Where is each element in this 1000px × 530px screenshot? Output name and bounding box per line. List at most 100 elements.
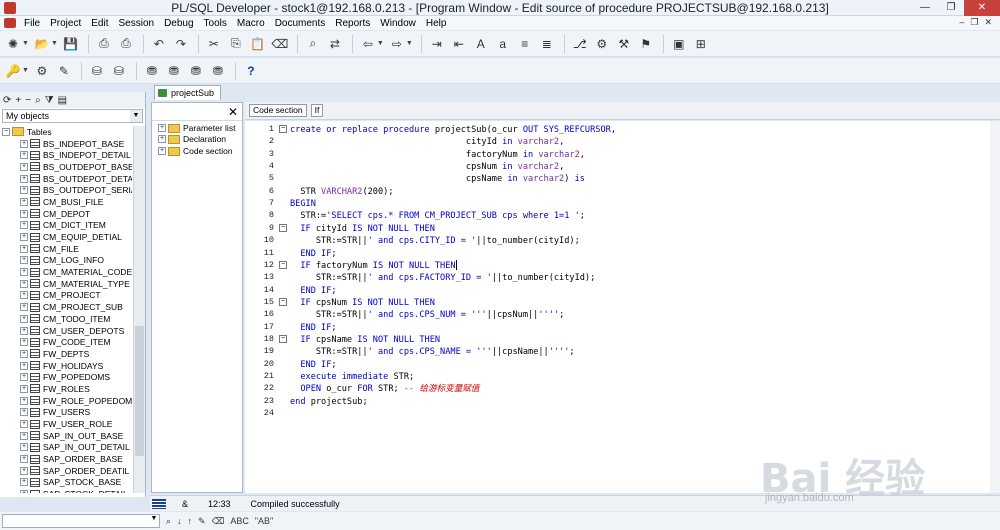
expand-icon[interactable]: + xyxy=(20,268,28,277)
clear-icon[interactable]: ⌫ xyxy=(212,516,225,527)
tree-node-table[interactable]: + SAP_ORDER_DEATIL xyxy=(2,465,132,477)
expand-icon[interactable]: + xyxy=(20,478,28,487)
lowercase-icon[interactable]: a xyxy=(493,34,513,54)
tree-node-table[interactable]: + CM_USER_DEPOTS xyxy=(2,325,132,337)
expand-icon[interactable]: + xyxy=(20,186,28,195)
expand-icon[interactable]: + xyxy=(20,279,28,288)
tree-node-table[interactable]: + CM_MATERIAL_TYPE xyxy=(2,278,132,290)
save-icon[interactable]: 💾 xyxy=(61,34,81,54)
tree-node-table[interactable]: + CM_MATERIAL_CODE xyxy=(2,266,132,278)
find-icon[interactable]: ⌕ xyxy=(303,34,323,54)
chevron-down-icon[interactable]: ▼ xyxy=(149,515,159,527)
maximize-button[interactable]: ❐ xyxy=(938,0,964,16)
code-line[interactable]: IF cityId IS NOT NULL THEN xyxy=(290,223,435,235)
menu-reports[interactable]: Reports xyxy=(330,18,375,29)
object-tree[interactable]: − Tables + BS_INDEPOT_BASE + BS_INDEPOT_DET… xyxy=(2,126,132,493)
folder-icon[interactable]: ▤ xyxy=(58,95,67,106)
expand-icon[interactable]: + xyxy=(20,408,28,417)
execute-icon[interactable]: ⚙ xyxy=(32,61,52,81)
mdi-controls[interactable]: –❐✕ xyxy=(959,17,998,28)
expand-icon[interactable]: + xyxy=(20,244,28,253)
object-filter-select[interactable]: My objects ▼ xyxy=(2,109,143,123)
fold-toggle-icon[interactable]: − xyxy=(279,260,287,269)
command-window-icon[interactable]: ⛃ xyxy=(186,61,206,81)
code-line[interactable]: END IF; xyxy=(290,285,336,297)
tree-node-table[interactable]: + CM_EQUIP_DETIAL xyxy=(2,231,132,243)
code-editor[interactable]: 1−2 3 4 5 6 7 8 9−10 11 12−13 14 15−16 17 18−19 20 21 22… xyxy=(245,121,1000,493)
code-line[interactable]: cityId in varchar2, xyxy=(290,136,564,148)
tab-projectsub[interactable]: projectSub xyxy=(154,85,222,100)
menu-edit[interactable]: Edit xyxy=(86,18,113,29)
expand-icon[interactable]: + xyxy=(158,135,166,143)
menu-window[interactable]: Window xyxy=(375,18,421,29)
menu-documents[interactable]: Documents xyxy=(270,18,331,29)
fold-toggle-icon[interactable]: − xyxy=(279,223,287,232)
scrollbar-thumb[interactable] xyxy=(135,326,144,456)
expand-icon[interactable]: + xyxy=(20,256,28,265)
if-button[interactable]: If xyxy=(310,104,324,117)
expand-icon[interactable]: + xyxy=(20,338,28,347)
tree-node-table[interactable]: + CM_PROJECT_SUB xyxy=(2,301,132,313)
fold-toggle-icon[interactable]: − xyxy=(279,297,287,306)
code-line[interactable]: factoryNum in varchar2, xyxy=(290,149,585,161)
break-icon[interactable]: ✎ xyxy=(54,61,74,81)
help-icon[interactable]: ? xyxy=(241,61,261,81)
tools-icon[interactable]: ⚒ xyxy=(614,34,634,54)
tree-node-table[interactable]: + FW_USER_ROLE xyxy=(2,418,132,430)
find-prev-icon[interactable]: ↑ xyxy=(188,516,193,526)
tree-node-tables[interactable]: − Tables xyxy=(2,126,132,138)
menu-help[interactable]: Help xyxy=(421,18,452,29)
sql-icon[interactable]: ⚙ xyxy=(592,34,612,54)
expand-icon[interactable]: + xyxy=(20,197,28,206)
expand-icon[interactable]: + xyxy=(20,431,28,440)
rollback-icon[interactable]: ⛁ xyxy=(109,61,129,81)
close-icon[interactable]: ✕ xyxy=(228,105,238,119)
add-icon[interactable]: + xyxy=(15,95,21,106)
word-label[interactable]: "AB" xyxy=(255,516,273,526)
print-icon[interactable]: ⎙ xyxy=(94,34,114,54)
code-line[interactable]: BEGIN xyxy=(290,198,316,210)
code-line[interactable]: IF cpsName IS NOT NULL THEN xyxy=(290,334,440,346)
code-line[interactable]: END IF; xyxy=(290,248,336,260)
comment-icon[interactable]: ≡ xyxy=(515,34,535,54)
expand-icon[interactable]: + xyxy=(20,420,28,429)
explain-icon[interactable]: ⛃ xyxy=(208,61,228,81)
indent-icon[interactable]: ⇥ xyxy=(427,34,447,54)
window-icon[interactable]: ▣ xyxy=(669,34,689,54)
sql-window-icon[interactable]: ⛃ xyxy=(164,61,184,81)
remove-icon[interactable]: − xyxy=(25,95,31,106)
filter-icon[interactable]: ⧩ xyxy=(45,95,54,106)
expand-icon[interactable]: + xyxy=(20,209,28,218)
tree-scrollbar[interactable] xyxy=(133,126,145,493)
minimize-button[interactable]: — xyxy=(912,0,938,16)
expand-icon[interactable]: + xyxy=(20,139,28,148)
code-line[interactable]: STR:=STR||' and cps.CITY_ID = '||to_numb… xyxy=(290,235,580,247)
open-icon[interactable]: 📂 xyxy=(32,34,52,54)
dropdown-arrow-icon[interactable]: ▼ xyxy=(406,40,413,47)
binoculars-icon[interactable]: ⌕ xyxy=(166,516,171,527)
uncomment-icon[interactable]: ≣ xyxy=(537,34,557,54)
code-line[interactable]: STR:=STR||' and cps.CPS_NAME = '''||cpsN… xyxy=(290,346,575,358)
connect-icon[interactable]: ⛃ xyxy=(142,61,162,81)
expand-icon[interactable]: + xyxy=(20,396,28,405)
tree-node-table[interactable]: + FW_ROLES xyxy=(2,383,132,395)
code-line[interactable]: STR:=STR||' and cps.CPS_NUM = '''||cpsNu… xyxy=(290,309,564,321)
code-line[interactable]: IF factoryNum IS NOT NULL THEN xyxy=(290,260,457,272)
menu-session[interactable]: Session xyxy=(113,18,159,29)
close-button[interactable]: ✕ xyxy=(964,0,1000,16)
expand-icon[interactable]: + xyxy=(20,221,28,230)
tree-node-table[interactable]: + CM_BUSI_FILE xyxy=(2,196,132,208)
expand-icon[interactable]: + xyxy=(20,490,28,493)
nav-parameter-list[interactable]: + Parameter list xyxy=(152,121,242,133)
collapse-icon[interactable]: − xyxy=(2,127,10,136)
code-line[interactable]: OPEN o_cur FOR STR; -- 给游标变量赋值 xyxy=(290,383,479,395)
abc-label[interactable]: ABC xyxy=(230,516,249,526)
expand-icon[interactable]: + xyxy=(20,326,28,335)
forward-icon[interactable]: ⇨ xyxy=(387,34,407,54)
code-line[interactable]: STR:='SELECT cps.* FROM CM_PROJECT_SUB c… xyxy=(290,210,585,222)
tile-icon[interactable]: ⊞ xyxy=(691,34,711,54)
code-line[interactable]: IF cpsNum IS NOT NULL THEN xyxy=(290,297,435,309)
tree-node-table[interactable]: + CM_DEPOT xyxy=(2,208,132,220)
paste-icon[interactable]: 📋 xyxy=(248,34,268,54)
tree-node-table[interactable]: + FW_HOLIDAYS xyxy=(2,360,132,372)
